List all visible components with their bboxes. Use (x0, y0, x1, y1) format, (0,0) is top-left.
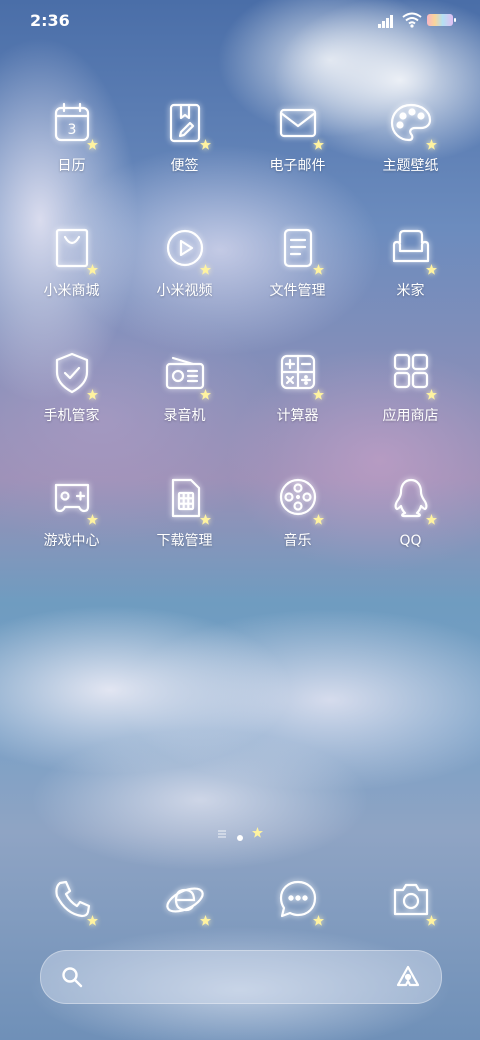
app-music[interactable]: 音乐 (241, 471, 354, 551)
dock (0, 848, 480, 928)
app-label: 手机管家 (43, 408, 100, 424)
search-icon (61, 966, 83, 992)
app-mi-store[interactable]: 小米商城 (15, 221, 128, 301)
app-notes[interactable]: 便签 (128, 96, 241, 176)
calendar-icon: 3 (44, 96, 100, 152)
app-app-store[interactable]: 应用商店 (354, 346, 467, 426)
dock-messages[interactable] (241, 872, 354, 928)
mail-icon (270, 96, 326, 152)
signal-bars-icon (378, 13, 396, 32)
shield-check-icon (44, 346, 100, 402)
film-reel-icon (270, 471, 326, 527)
page-indicator-star-icon (252, 823, 263, 842)
app-label: 文件管理 (269, 283, 326, 299)
page-indicator-dot (237, 826, 243, 845)
battery-icon (427, 14, 456, 26)
gamepad-icon (44, 471, 100, 527)
app-label: 米家 (396, 283, 425, 299)
status-bar: 2:36 (0, 0, 480, 40)
app-themes[interactable]: 主题壁纸 (354, 96, 467, 176)
browser-icon (157, 872, 213, 928)
palette-icon (383, 96, 439, 152)
qq-penguin-icon (383, 471, 439, 527)
messages-icon (270, 872, 326, 928)
app-label: 计算器 (276, 408, 319, 424)
clock-time: 2:36 (30, 11, 70, 30)
app-calendar[interactable]: 3 日历 (15, 96, 128, 176)
shopping-bag-icon (44, 221, 100, 277)
app-file-manager[interactable]: 文件管理 (241, 221, 354, 301)
app-game-center[interactable]: 游戏中心 (15, 471, 128, 551)
app-recorder[interactable]: 录音机 (128, 346, 241, 426)
download-sim-icon (157, 471, 213, 527)
assistant-icon[interactable] (395, 964, 421, 994)
app-store-icon (383, 346, 439, 402)
camera-icon (383, 872, 439, 928)
file-icon (270, 221, 326, 277)
app-label: 下载管理 (156, 533, 213, 549)
app-label: 录音机 (163, 408, 206, 424)
wifi-icon (402, 12, 422, 32)
app-security[interactable]: 手机管家 (15, 346, 128, 426)
radio-recorder-icon (157, 346, 213, 402)
app-label: 小米视频 (156, 283, 213, 299)
phone-icon (44, 872, 100, 928)
app-qq[interactable]: QQ (354, 471, 467, 551)
app-label: 便签 (170, 158, 199, 174)
video-play-icon (157, 221, 213, 277)
dock-phone[interactable] (15, 872, 128, 928)
app-label: 主题壁纸 (382, 158, 439, 174)
app-label: 应用商店 (382, 408, 439, 424)
search-bar[interactable] (40, 950, 442, 1004)
app-mi-home[interactable]: 米家 (354, 221, 467, 301)
app-label: 小米商城 (43, 283, 100, 299)
calculator-icon (270, 346, 326, 402)
dock-camera[interactable] (354, 872, 467, 928)
dock-browser[interactable] (128, 872, 241, 928)
page-indicator[interactable] (218, 824, 268, 841)
notes-icon (157, 96, 213, 152)
app-calculator[interactable]: 计算器 (241, 346, 354, 426)
app-downloads[interactable]: 下载管理 (128, 471, 241, 551)
calendar-day-number: 3 (67, 122, 76, 138)
app-mail[interactable]: 电子邮件 (241, 96, 354, 176)
app-label: QQ (399, 533, 422, 549)
page-indicator-menu-icon (218, 824, 226, 843)
app-label: 游戏中心 (43, 533, 100, 549)
sofa-icon (383, 221, 439, 277)
app-label: 音乐 (283, 533, 312, 549)
app-mi-video[interactable]: 小米视频 (128, 221, 241, 301)
app-label: 电子邮件 (269, 158, 326, 174)
app-label: 日历 (57, 158, 86, 174)
